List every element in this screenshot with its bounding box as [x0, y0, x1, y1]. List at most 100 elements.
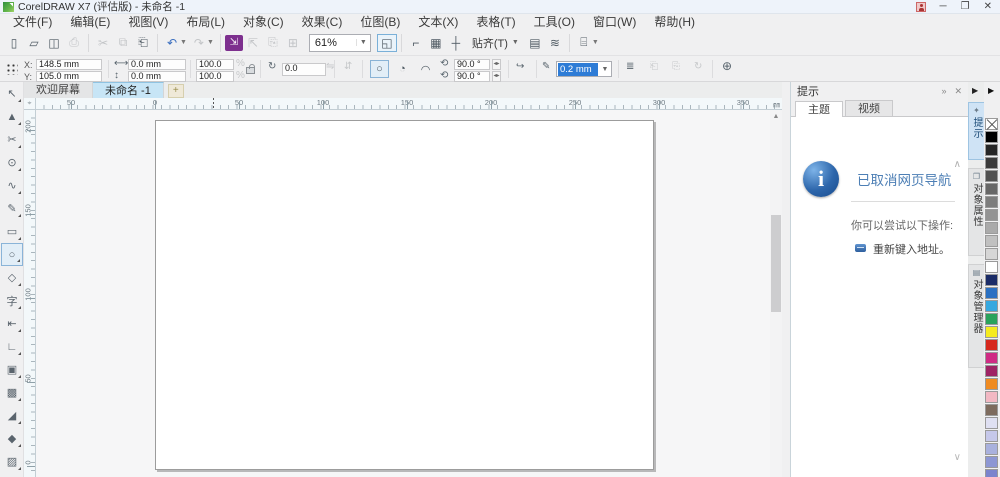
- color-swatch[interactable]: [985, 196, 998, 208]
- redo-icon[interactable]: ↷: [189, 34, 209, 52]
- docker-flyout-icon[interactable]: ▶: [972, 86, 978, 95]
- color-eyedropper-tool[interactable]: ◢: [1, 404, 23, 427]
- menu-item-h[interactable]: 帮助(H): [645, 14, 704, 30]
- color-swatch[interactable]: [985, 248, 998, 260]
- tab-untitled-document[interactable]: 未命名 -1: [93, 82, 164, 98]
- color-swatch[interactable]: [985, 222, 998, 234]
- docker-float-icon[interactable]: »: [941, 86, 946, 97]
- close-button[interactable]: ✕: [984, 1, 992, 12]
- color-swatch[interactable]: [985, 430, 998, 442]
- angle-spinner[interactable]: ◂▸: [492, 59, 501, 70]
- zoom-tool[interactable]: ⊙: [1, 151, 23, 174]
- interactive-fill-tool[interactable]: ◆: [1, 427, 23, 450]
- start-angle-field[interactable]: 90.0 °: [454, 59, 490, 70]
- crop-tool[interactable]: ✂: [1, 128, 23, 151]
- color-swatch[interactable]: [985, 131, 998, 143]
- collapse-chevron-icon[interactable]: ∧: [954, 159, 961, 170]
- color-swatch[interactable]: [985, 404, 998, 416]
- color-swatch[interactable]: [985, 456, 998, 468]
- polygon-tool[interactable]: ◇: [1, 266, 23, 289]
- color-swatch[interactable]: [985, 417, 998, 429]
- app-launcher-icon[interactable]: ⊞: [283, 34, 303, 52]
- ellipse-button[interactable]: ○: [370, 60, 389, 78]
- menu-item-o[interactable]: 工具(O): [525, 14, 584, 30]
- color-swatch[interactable]: [985, 469, 998, 477]
- scroll-down-chevron-icon[interactable]: ∨: [954, 452, 961, 463]
- hints-tab-主题[interactable]: 主题: [795, 101, 843, 117]
- color-swatch[interactable]: [985, 144, 998, 156]
- chevron-down-icon[interactable]: ▼: [180, 39, 187, 46]
- open-icon[interactable]: ▱: [24, 34, 44, 52]
- color-swatch[interactable]: [985, 183, 998, 195]
- print-icon[interactable]: ⎙: [64, 34, 84, 52]
- color-swatch[interactable]: [985, 209, 998, 221]
- import-icon[interactable]: ⇲: [224, 34, 243, 51]
- color-swatch[interactable]: [985, 352, 998, 364]
- drop-shadow-tool[interactable]: ▣: [1, 358, 23, 381]
- color-swatch[interactable]: [985, 339, 998, 351]
- color-swatch[interactable]: [985, 365, 998, 377]
- chevron-down-icon[interactable]: ▼: [207, 39, 214, 46]
- hint-action-link[interactable]: 重新键入地址。: [873, 241, 950, 257]
- ruler-origin-corner[interactable]: ⌖: [24, 98, 36, 110]
- pie-button[interactable]: ◔: [393, 60, 412, 78]
- menu-item-l[interactable]: 布局(L): [177, 14, 234, 30]
- text-tool[interactable]: 字: [1, 289, 23, 312]
- color-swatch[interactable]: [985, 443, 998, 455]
- scale-x-field[interactable]: 100.0: [196, 59, 234, 70]
- publish-pdf-icon[interactable]: ⎘: [263, 34, 283, 52]
- menu-item-c[interactable]: 效果(C): [293, 14, 352, 30]
- scale-y-field[interactable]: 100.0: [196, 71, 234, 82]
- scroll-up-arrow[interactable]: ▲: [770, 110, 782, 123]
- color-swatch[interactable]: [985, 157, 998, 169]
- account-icon[interactable]: [915, 1, 926, 12]
- x-position-field[interactable]: 148.5 mm: [36, 59, 102, 70]
- menu-item-f[interactable]: 文件(F): [4, 14, 61, 30]
- color-swatch[interactable]: [985, 170, 998, 182]
- pick-tool[interactable]: ↖: [1, 82, 23, 105]
- outline-width-select[interactable]: 0.2 mm ▼: [556, 61, 612, 77]
- options-icon[interactable]: ▤: [525, 34, 545, 52]
- drawing-canvas[interactable]: [36, 110, 770, 477]
- docker-close-icon[interactable]: ✕: [954, 86, 962, 97]
- zoom-level-select[interactable]: 61% ▼: [308, 33, 371, 52]
- paste-icon[interactable]: ⎗: [133, 34, 153, 52]
- sidetab-object-properties[interactable]: ❐ 对象属性: [968, 168, 984, 256]
- rotation-angle-field[interactable]: 0.0: [282, 63, 326, 76]
- horizontal-ruler[interactable]: ㎜ 50050100150200250300350: [36, 98, 782, 110]
- menu-item-e[interactable]: 编辑(E): [61, 14, 119, 30]
- color-swatch[interactable]: [985, 300, 998, 312]
- show-guidelines-icon[interactable]: ┼: [446, 34, 466, 52]
- snap-to-dropdown[interactable]: 贴齐(T) ▼: [472, 35, 519, 51]
- object-width-field[interactable]: 0.0 mm: [128, 59, 186, 70]
- angle-spinner[interactable]: ◂▸: [492, 71, 501, 82]
- color-swatch[interactable]: [985, 235, 998, 247]
- color-swatch[interactable]: [985, 378, 998, 390]
- artistic-media-tool[interactable]: ✎: [1, 197, 23, 220]
- menu-item-w[interactable]: 窗口(W): [584, 14, 645, 30]
- vertical-scrollbar[interactable]: ▲: [770, 110, 782, 477]
- end-angle-field[interactable]: 90.0 °: [454, 71, 490, 82]
- restore-button[interactable]: ❐: [961, 1, 970, 12]
- arc-button[interactable]: ◠: [416, 60, 435, 78]
- color-swatch[interactable]: [985, 274, 998, 286]
- menu-item-v[interactable]: 视图(V): [119, 14, 177, 30]
- chevron-down-icon[interactable]: ▼: [355, 39, 370, 46]
- menu-item-c[interactable]: 对象(C): [234, 14, 293, 30]
- change-direction-icon[interactable]: ↪: [516, 61, 524, 73]
- wrap-text-icon[interactable]: ≣: [626, 61, 634, 73]
- undo-icon[interactable]: ↶: [162, 34, 182, 52]
- new-tab-button[interactable]: +: [167, 84, 184, 98]
- show-grid-icon[interactable]: ▦: [426, 34, 446, 52]
- sidetab-tips[interactable]: ✦ 提示: [968, 102, 984, 160]
- transparency-tool[interactable]: ▩: [1, 381, 23, 404]
- no-color-swatch[interactable]: [985, 118, 998, 130]
- color-swatch[interactable]: [985, 326, 998, 338]
- align-bars-icon[interactable]: ≋: [545, 34, 565, 52]
- document-page[interactable]: [155, 120, 654, 470]
- show-rulers-icon[interactable]: ⌐: [406, 34, 426, 52]
- tab-welcome-screen[interactable]: 欢迎屏幕: [24, 82, 93, 98]
- hints-tab-视频[interactable]: 视频: [845, 100, 893, 116]
- lock-ratio-icon[interactable]: [246, 64, 255, 74]
- color-swatch[interactable]: [985, 313, 998, 325]
